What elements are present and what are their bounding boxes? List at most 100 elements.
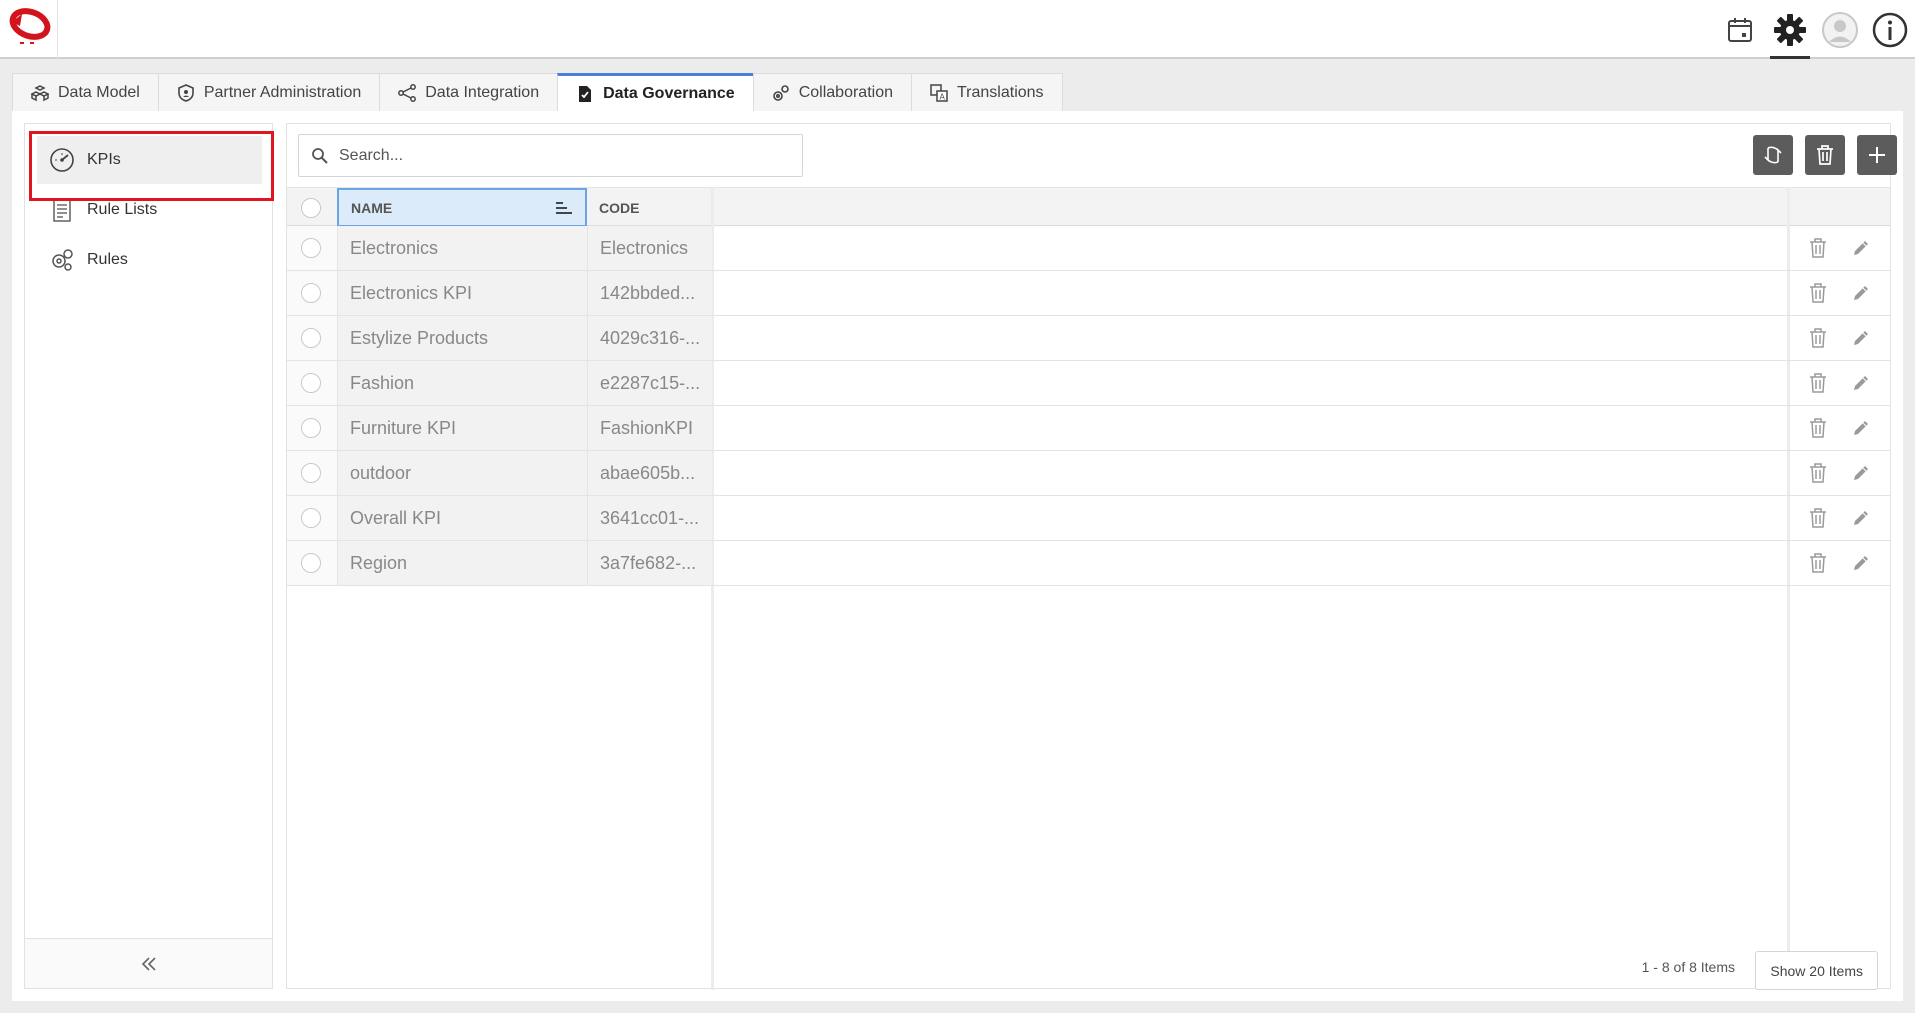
sidebar-item-label: Rule Lists — [87, 201, 158, 218]
row-select-cell — [287, 226, 337, 270]
cubes-icon — [31, 84, 49, 101]
tab-data-integration[interactable]: Data Integration — [379, 73, 559, 111]
translate-icon: A — [930, 83, 948, 102]
sort-icon[interactable] — [555, 201, 573, 215]
row-select-cell — [287, 361, 337, 405]
delete-selected-button[interactable] — [1805, 135, 1845, 175]
info-button[interactable] — [1865, 0, 1915, 59]
table-row[interactable]: Overall KPI 3641cc01-... — [287, 496, 1890, 541]
row-delete-button[interactable] — [1806, 326, 1830, 350]
row-select-radio[interactable] — [301, 328, 321, 348]
row-select-radio[interactable] — [301, 418, 321, 438]
row-delete-button[interactable] — [1806, 506, 1830, 530]
row-select-radio[interactable] — [301, 283, 321, 303]
table-row[interactable]: Electronics Electronics — [287, 226, 1890, 271]
calendar-button[interactable] — [1715, 0, 1765, 59]
table-row[interactable]: Electronics KPI 142bbded... — [287, 271, 1890, 316]
select-all-cell — [287, 188, 337, 227]
row-delete-button[interactable] — [1806, 236, 1830, 260]
row-delete-button[interactable] — [1806, 371, 1830, 395]
row-code-cell: Electronics — [587, 226, 712, 270]
row-code: 142bbded... — [600, 282, 696, 303]
gear-icon — [1774, 13, 1806, 46]
gears-icon — [772, 84, 789, 101]
row-code: Electronics — [600, 237, 689, 258]
row-select-radio[interactable] — [301, 463, 321, 483]
trash-icon — [1809, 553, 1826, 573]
table-row[interactable]: Furniture KPI FashionKPI — [287, 406, 1890, 451]
add-button[interactable] — [1857, 135, 1897, 175]
sidebar-item-kpis[interactable]: KPIs — [37, 136, 262, 184]
sidebar-item-rule-lists[interactable]: Rule Lists — [37, 186, 262, 234]
tab-partner-administration[interactable]: Partner Administration — [157, 73, 381, 111]
row-edit-button[interactable] — [1849, 281, 1873, 305]
trash-icon — [1809, 283, 1826, 303]
row-edit-button[interactable] — [1849, 371, 1873, 395]
table-row[interactable]: Estylize Products 4029c316-... — [287, 316, 1890, 361]
row-name: Furniture KPI — [350, 417, 457, 438]
select-all-radio[interactable] — [301, 197, 321, 218]
tab-data-governance[interactable]: Data Governance — [557, 73, 754, 111]
row-edit-button[interactable] — [1849, 416, 1873, 440]
sidebar-item-rules[interactable]: Rules — [37, 236, 262, 284]
pager-info: 1 - 8 of 8 Items — [1641, 959, 1735, 975]
row-name: Overall KPI — [350, 507, 442, 528]
row-actions — [1788, 316, 1890, 360]
user-profile-button[interactable] — [1815, 0, 1865, 59]
settings-button[interactable] — [1765, 0, 1815, 59]
row-select-radio[interactable] — [301, 373, 321, 393]
row-select-radio[interactable] — [301, 238, 321, 258]
trash-icon — [1809, 508, 1826, 528]
table-row[interactable]: Fashion e2287c15-... — [287, 361, 1890, 406]
row-edit-button[interactable] — [1849, 326, 1873, 350]
row-name: Region — [350, 552, 408, 573]
user-avatar-icon — [1822, 11, 1858, 48]
row-edit-button[interactable] — [1849, 506, 1873, 530]
row-select-radio[interactable] — [301, 508, 321, 528]
search-input[interactable] — [339, 146, 779, 165]
tab-label: Translations — [956, 83, 1044, 101]
page-size-button[interactable]: Show 20 Items — [1755, 951, 1878, 990]
row-code: 3a7fe682-... — [600, 552, 697, 573]
row-code: 3641cc01-... — [600, 507, 700, 528]
tab-label: Data Model — [58, 83, 140, 101]
trash-icon — [1809, 463, 1826, 483]
row-edit-button[interactable] — [1849, 236, 1873, 260]
name-column-label: NAME — [351, 199, 393, 216]
row-code-cell: 4029c316-... — [587, 316, 712, 360]
calendar-icon — [1728, 17, 1752, 42]
tab-collaboration[interactable]: Collaboration — [752, 73, 912, 111]
app-logo[interactable] — [0, 0, 58, 59]
tab-translations[interactable]: A Translations — [910, 73, 1063, 111]
sidebar-item-label: Rules — [87, 251, 128, 268]
row-select-radio[interactable] — [301, 553, 321, 573]
row-delete-button[interactable] — [1806, 461, 1830, 485]
code-column-header[interactable]: CODE — [587, 188, 712, 227]
name-column-header[interactable]: NAME — [337, 188, 587, 227]
row-name: outdoor — [350, 462, 412, 483]
row-delete-button[interactable] — [1806, 281, 1830, 305]
row-code: 4029c316-... — [600, 327, 701, 348]
row-edit-button[interactable] — [1849, 461, 1873, 485]
row-code-cell: FashionKPI — [587, 406, 712, 450]
table-row[interactable]: outdoor abae605b... — [287, 451, 1890, 496]
row-name-cell: Electronics KPI — [337, 271, 587, 315]
row-edit-button[interactable] — [1849, 551, 1873, 575]
trash-icon — [1809, 418, 1826, 438]
sidebar-item-label: KPIs — [87, 151, 121, 168]
sync-button[interactable] — [1753, 135, 1793, 175]
row-delete-button[interactable] — [1806, 551, 1830, 575]
row-code: abae605b... — [600, 462, 696, 483]
row-select-cell — [287, 451, 337, 495]
pencil-icon — [1853, 376, 1868, 390]
row-actions — [1788, 271, 1890, 315]
tab-data-model[interactable]: Data Model — [12, 73, 159, 111]
search-box — [298, 134, 803, 177]
pencil-icon — [1853, 511, 1868, 525]
row-name-cell: Estylize Products — [337, 316, 587, 360]
code-column-label: CODE — [599, 199, 640, 216]
svg-text:A: A — [939, 92, 945, 101]
sidebar-collapse-button[interactable] — [25, 938, 272, 988]
table-row[interactable]: Region 3a7fe682-... — [287, 541, 1890, 586]
row-delete-button[interactable] — [1806, 416, 1830, 440]
